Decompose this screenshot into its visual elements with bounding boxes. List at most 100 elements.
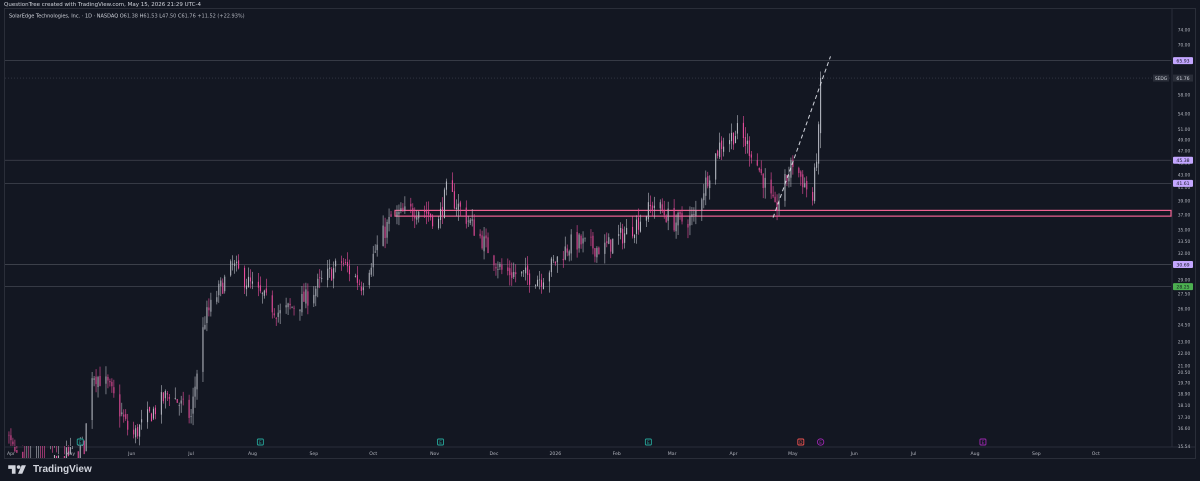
chart-area[interactable]: 74.0070.0066.0062.0058.0054.0051.0049.00… <box>4 8 1196 459</box>
price-tick-label: 18.10 <box>1178 403 1191 409</box>
candle-body <box>582 238 584 244</box>
price-tick-label: 26.00 <box>1178 307 1191 313</box>
candle-body <box>162 392 164 402</box>
candle-body <box>190 416 192 417</box>
candle-body <box>762 173 764 188</box>
candle-body <box>194 386 196 397</box>
candle-body <box>719 142 721 158</box>
candle-body <box>386 221 388 238</box>
price-tick-label: 47.00 <box>1178 149 1191 155</box>
earnings-marker: E <box>437 438 444 446</box>
candle-body <box>570 234 572 254</box>
candle-body <box>289 303 291 306</box>
candle-body <box>473 219 475 236</box>
level-label: 65.93 <box>1176 58 1189 64</box>
candle-body <box>742 122 744 139</box>
candle-body <box>501 264 503 270</box>
candle-body <box>455 207 457 209</box>
price-chart[interactable]: 74.0070.0066.0062.0058.0054.0051.0049.00… <box>5 9 1195 458</box>
candle-body <box>744 136 746 146</box>
candle-body <box>168 397 170 399</box>
candle-body <box>410 203 412 207</box>
candle-body <box>493 255 495 266</box>
candle-body <box>166 393 168 395</box>
candle-body <box>376 244 378 251</box>
candle-body <box>457 203 459 210</box>
price-tick-label: 35.00 <box>1178 227 1191 233</box>
candle-body <box>121 412 123 415</box>
time-tick-label: Jun <box>850 451 858 457</box>
candle-body <box>736 123 739 134</box>
candle-body <box>55 455 58 458</box>
candle-body <box>123 414 125 417</box>
candle-body <box>723 146 725 152</box>
candle-body <box>230 261 232 276</box>
candle-body <box>329 267 331 269</box>
brand-name: TradingView <box>33 464 92 475</box>
price-tick-label: 20.50 <box>1178 370 1191 376</box>
candle-body <box>633 234 636 239</box>
candle-body <box>261 293 263 294</box>
candle-body <box>232 263 234 265</box>
candle-body <box>204 324 206 329</box>
candle-body <box>441 206 444 216</box>
candle-body <box>426 211 428 214</box>
time-tick-label: Jul <box>910 451 917 457</box>
candle-body <box>196 373 198 390</box>
candle-body <box>804 183 806 188</box>
candle-body <box>174 397 176 399</box>
candle-body <box>176 399 178 403</box>
candle-body <box>360 286 362 291</box>
dividend-marker: D <box>797 438 805 446</box>
candle-body <box>16 449 18 453</box>
time-tick-label: Nov <box>430 451 439 457</box>
candle-body <box>529 273 531 285</box>
candle-body <box>374 251 376 253</box>
time-tick-label: Jul <box>187 451 194 457</box>
candle-body <box>606 241 608 244</box>
candle-body <box>247 276 250 288</box>
candle-body <box>483 236 485 252</box>
candle-body <box>137 426 139 437</box>
candle-body <box>340 261 343 263</box>
candle-body <box>487 237 489 254</box>
candle-body <box>257 281 259 288</box>
earnings-marker: E <box>76 438 84 446</box>
candle-body <box>218 283 220 296</box>
symbol-title: SolarEdge Technologies, Inc. · 1D · NASD… <box>9 14 245 20</box>
candle-body <box>234 263 236 266</box>
candle-body <box>598 247 600 255</box>
candle-body <box>109 381 111 383</box>
candle-body <box>596 247 598 258</box>
candle-body <box>348 265 350 275</box>
candle-body <box>445 181 448 190</box>
candle-body <box>57 455 59 458</box>
candle-body <box>525 267 527 274</box>
candle-body <box>111 381 113 387</box>
candle-body <box>152 408 155 419</box>
candle-body <box>319 276 321 278</box>
price-tick-label: 21.00 <box>1178 364 1191 370</box>
candle-body <box>746 140 748 145</box>
candle-body <box>523 270 525 272</box>
candle-body <box>580 235 582 245</box>
event-marker-label: E <box>259 440 262 445</box>
candle-body <box>594 248 596 257</box>
candle-body <box>800 171 802 177</box>
candle-body <box>515 272 517 275</box>
candle-body <box>206 307 208 324</box>
candle-body <box>721 140 723 149</box>
candle-body <box>814 167 816 202</box>
candle-body <box>79 444 81 458</box>
candle-body <box>12 441 14 445</box>
tradingview-brand[interactable]: TradingView <box>7 464 92 475</box>
candle-body <box>451 180 453 192</box>
candle-body <box>679 212 681 215</box>
candle-body <box>22 451 24 458</box>
price-tick-label: 19.70 <box>1178 381 1191 387</box>
candle-body <box>772 194 774 197</box>
candle-body <box>192 396 194 414</box>
candle-body <box>681 212 683 222</box>
candle-body <box>637 217 640 230</box>
candle-body <box>91 378 93 421</box>
